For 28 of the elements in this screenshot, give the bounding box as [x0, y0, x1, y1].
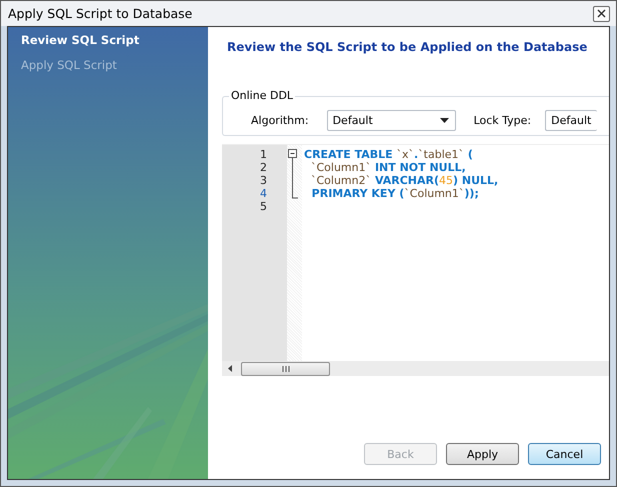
close-button[interactable]	[593, 6, 610, 22]
sidebar-item: Apply SQL Script	[21, 58, 118, 72]
grip-icon	[282, 366, 290, 372]
horizontal-scrollbar[interactable]	[222, 361, 609, 376]
scroll-thumb[interactable]	[241, 362, 330, 376]
page-heading: Review the SQL Script to be Applied on the Database	[227, 40, 588, 54]
code-line: PRIMARY KEY (`Column1`));	[310, 187, 480, 200]
close-icon	[597, 9, 606, 18]
algorithm-label: Algorithm:	[251, 114, 309, 127]
code-line: CREATE TABLE `x`.`table1` (	[304, 148, 474, 161]
line-number: 2	[260, 161, 267, 174]
code-line: `Column2` VARCHAR(45) NULL,	[310, 174, 498, 187]
line-number: 3	[260, 174, 267, 187]
window-title: Apply SQL Script to Database	[8, 6, 192, 21]
wizard-button[interactable]: Apply	[446, 443, 519, 465]
lock-type-label: Lock Type:	[474, 114, 532, 127]
code-editor[interactable]: 1 2 3 4 5 CREATE TABLE `x`.`table1` ( `Column1` INT NOT NULL, `Column2` VARCHAR(45) NULL, PRIMARY KEY (`Column1`));	[222, 144, 609, 376]
lock-type-dropdown[interactable]: Default	[545, 110, 598, 131]
line-number: 5	[260, 200, 267, 213]
line-number: 1	[260, 148, 267, 161]
scroll-left-icon[interactable]	[228, 365, 232, 372]
line-number: 4	[260, 187, 267, 200]
wizard-button[interactable]: Cancel	[528, 443, 601, 465]
sidebar-item: Review SQL Script	[21, 33, 140, 47]
code-line: `Column1` INT NOT NULL,	[310, 161, 467, 174]
group-title: Online DDL	[229, 89, 296, 102]
caret-icon	[440, 118, 449, 123]
algorithm-dropdown[interactable]: Default	[326, 110, 456, 131]
